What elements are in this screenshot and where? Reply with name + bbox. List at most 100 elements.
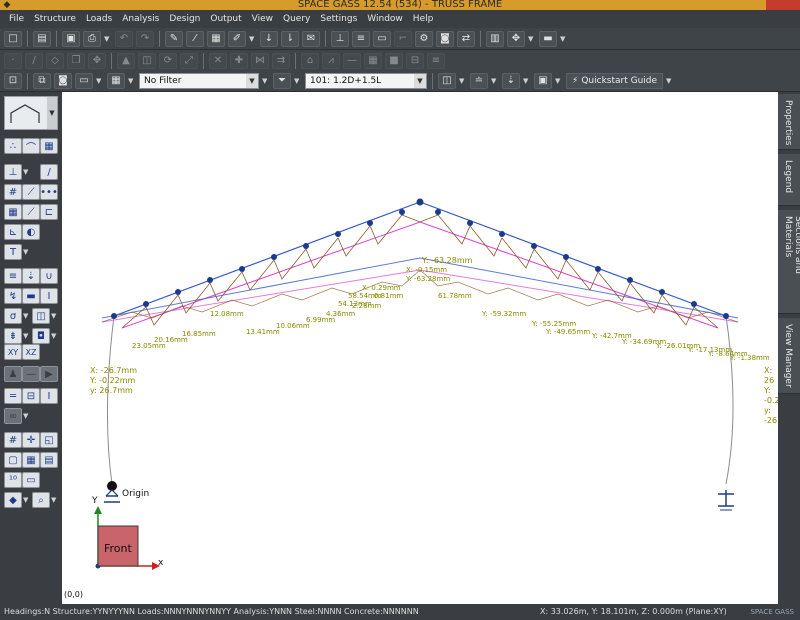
hash-grid-icon[interactable]: # <box>4 432 22 448</box>
menu-help[interactable]: Help <box>408 14 439 24</box>
fill-icon[interactable]: ■ <box>385 52 403 69</box>
view-xy-button[interactable]: XY <box>4 344 22 360</box>
box-icon[interactable]: ◫ <box>32 308 50 324</box>
member-draw-icon[interactable]: / <box>40 164 58 180</box>
results-icon[interactable]: ◫ <box>438 72 456 89</box>
view-xz-button[interactable]: XZ <box>22 344 40 360</box>
chevron-down-icon[interactable]: ▼ <box>51 308 59 324</box>
node-number-icon[interactable]: # <box>4 184 22 200</box>
chevron-down-icon[interactable]: ▼ <box>555 73 563 89</box>
funnel-icon[interactable]: ⏷ <box>273 72 291 89</box>
mirror-icon[interactable]: ◫ <box>138 52 156 69</box>
scale-icon[interactable]: ⤢ <box>180 52 198 69</box>
chevron-down-icon[interactable]: ▼ <box>491 73 499 89</box>
menu-view[interactable]: View <box>247 14 278 24</box>
menu-design[interactable]: Design <box>164 14 205 24</box>
support-icon[interactable]: ⊥ <box>331 30 349 47</box>
chevron-down-icon[interactable]: ▼ <box>666 73 674 89</box>
tab-view-manager[interactable]: View Manager <box>778 318 800 394</box>
section-icon[interactable]: ▭ <box>373 30 391 47</box>
brush-icon[interactable]: ✐ <box>228 30 246 47</box>
menu-file[interactable]: File <box>4 14 29 24</box>
chevron-down-icon[interactable]: ▼ <box>51 328 59 344</box>
frame-icon[interactable]: ⌂ <box>301 52 319 69</box>
graphics-canvas[interactable]: Origin Y x Front (0,0) X: -26.7mm Y: -0.… <box>62 92 778 604</box>
animate-icon[interactable]: ▣ <box>534 72 552 89</box>
offset-icon[interactable]: ⇉ <box>272 52 290 69</box>
snap-icon[interactable]: ⊡ <box>4 72 22 89</box>
view-icon[interactable]: ▬ <box>539 30 557 47</box>
binoculars-icon[interactable]: ⧉ <box>33 72 51 89</box>
chevron-down-icon[interactable]: ▼ <box>528 31 536 47</box>
intersect-icon[interactable]: ✕ <box>209 52 227 69</box>
chevron-down-icon[interactable]: ▼ <box>104 31 112 47</box>
close-button[interactable] <box>766 0 800 10</box>
link-icon[interactable]: ∞ <box>4 408 22 424</box>
redo-icon[interactable]: ↷ <box>136 30 154 47</box>
reaction-icon[interactable]: ⇣ <box>502 72 520 89</box>
chevron-down-icon[interactable]: ▼ <box>23 408 31 424</box>
distributed-load-icon[interactable]: ≡ <box>352 30 370 47</box>
split-icon[interactable]: ⊟ <box>406 52 424 69</box>
pin-icon[interactable]: ◐ <box>22 224 40 240</box>
chevron-down-icon[interactable]: ▼ <box>459 73 467 89</box>
plate-icon[interactable]: ◇ <box>46 52 64 69</box>
beam-icon[interactable]: ⊏ <box>40 204 58 220</box>
tab-sections-materials[interactable]: Sections and Materials <box>778 210 800 314</box>
paint-bucket-icon[interactable]: ◆ <box>4 492 22 508</box>
chevron-down-icon[interactable]: ▼ <box>523 73 531 89</box>
load-arrow-icon[interactable]: ↓ <box>260 30 278 47</box>
menu-analysis[interactable]: Analysis <box>117 14 164 24</box>
member-load-icon[interactable]: ⇂ <box>281 30 299 47</box>
chevron-down-icon[interactable]: ▼ <box>249 31 257 47</box>
shape-icon[interactable]: ◘ <box>32 328 50 344</box>
support-icon[interactable]: ⊥ <box>4 164 22 180</box>
play-icon[interactable]: ▶ <box>40 366 58 382</box>
print-icon[interactable]: ⎙ <box>83 30 101 47</box>
chevron-down-icon[interactable]: ▼ <box>51 492 59 508</box>
grid-icon[interactable]: ▦ <box>364 52 382 69</box>
subdivide-icon[interactable]: ✚ <box>230 52 248 69</box>
stress-icon[interactable]: σ <box>4 308 22 324</box>
chevron-down-icon[interactable]: ▼ <box>294 73 302 89</box>
menu-query[interactable]: Query <box>278 14 315 24</box>
menu-structure[interactable]: Structure <box>29 14 81 24</box>
menu-window[interactable]: Window <box>362 14 408 24</box>
layers-icon[interactable]: ≡ <box>427 52 445 69</box>
node-icon[interactable]: · <box>4 52 22 69</box>
zoom-icon[interactable]: ⌕ <box>32 492 50 508</box>
new-file-icon[interactable]: □ <box>4 30 22 47</box>
truss-icon[interactable]: ⩘ <box>322 52 340 69</box>
i-section-icon[interactable]: I <box>40 288 58 304</box>
quickstart-button[interactable]: ⚡ Quickstart Guide <box>566 72 664 89</box>
node-grid-icon[interactable]: ∴ <box>4 138 22 154</box>
diagonal-icon[interactable]: ⟋ <box>22 204 40 220</box>
table-select-icon[interactable]: ▦ <box>22 452 40 468</box>
rebar-icon[interactable]: ⇟ <box>4 328 22 344</box>
dash-icon[interactable]: — <box>22 366 40 382</box>
member-icon[interactable]: / <box>25 52 43 69</box>
color-grid-icon[interactable]: ▦ <box>107 72 125 89</box>
member-force-icon[interactable]: ↯ <box>4 288 22 304</box>
numbering-icon[interactable]: ¹⁰ <box>4 472 22 488</box>
insert-text-icon[interactable]: I <box>40 388 58 404</box>
chevron-down-icon[interactable]: ▼ <box>23 308 31 324</box>
mesh-icon[interactable]: ▦ <box>40 138 58 154</box>
copy-icon[interactable]: ❐ <box>67 52 85 69</box>
tab-properties[interactable]: Properties <box>778 94 800 150</box>
chevron-down-icon[interactable]: ▼ <box>23 492 31 508</box>
undo-icon[interactable]: ↶ <box>115 30 133 47</box>
grid-icon[interactable]: ▦ <box>4 204 22 220</box>
moment-icon[interactable]: ∪ <box>40 268 58 284</box>
camera-icon[interactable]: ◙ <box>436 30 454 47</box>
fixed-support-icon[interactable]: ⊾ <box>4 224 22 240</box>
rotate-geom-icon[interactable]: ⟳ <box>159 52 177 69</box>
crosshair-icon[interactable]: ✛ <box>22 432 40 448</box>
arc-icon[interactable]: ⌒ <box>22 138 40 154</box>
keyboard-icon[interactable]: ▭ <box>75 72 93 89</box>
camera-icon[interactable]: ◙ <box>54 72 72 89</box>
menu-output[interactable]: Output <box>205 14 246 24</box>
person-icon[interactable]: ♟ <box>4 366 22 382</box>
chevron-down-icon[interactable]: ▼ <box>128 73 136 89</box>
chevron-down-icon[interactable]: ▼ <box>23 244 31 260</box>
